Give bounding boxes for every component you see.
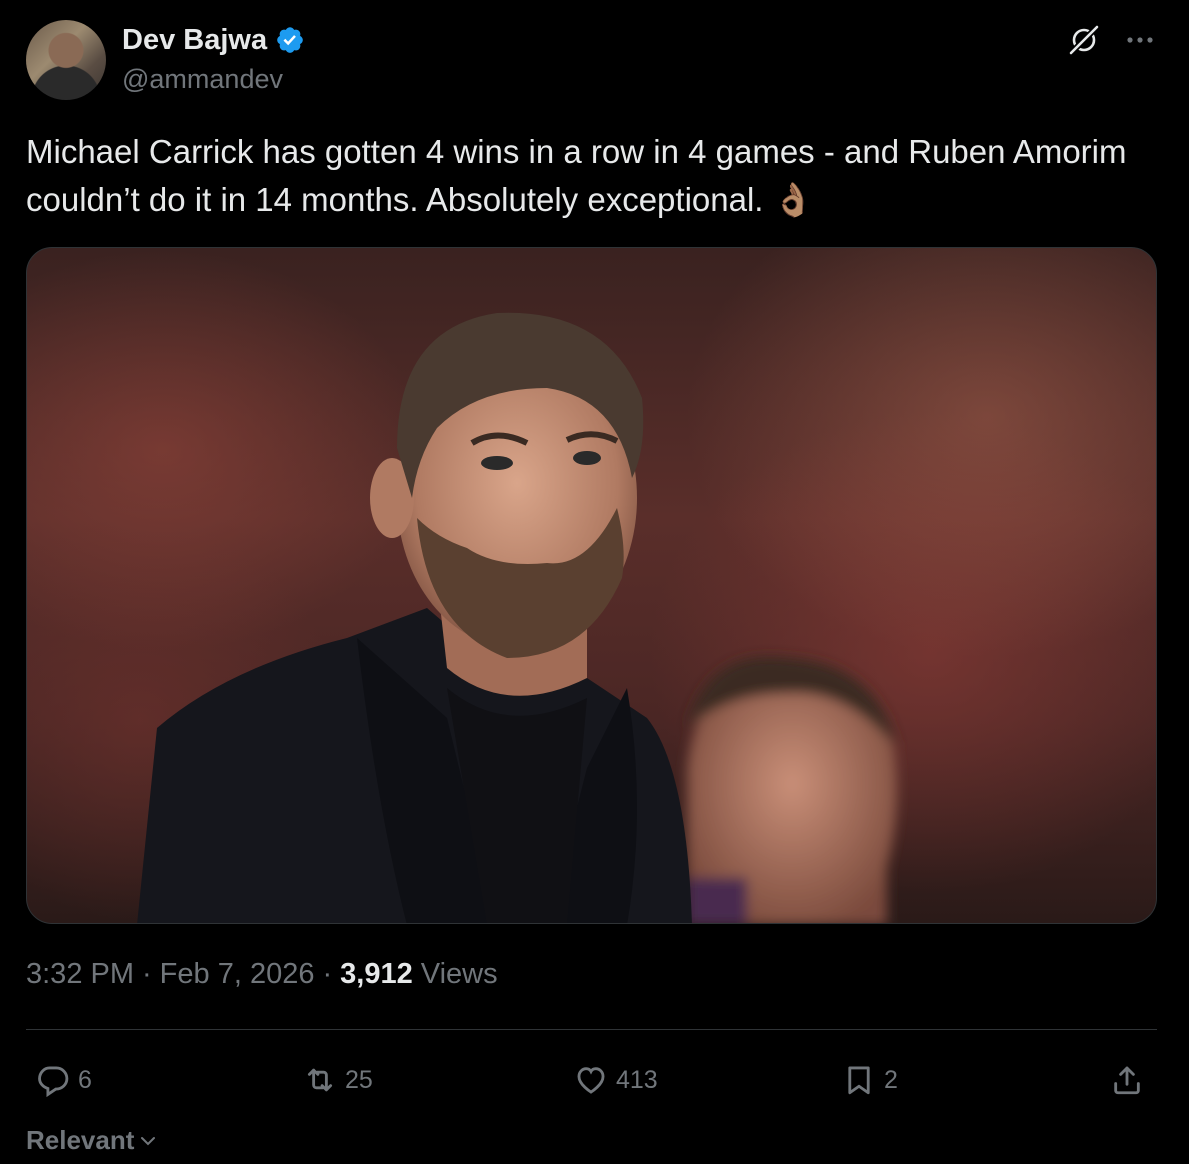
tweet-photo[interactable] xyxy=(26,247,1157,924)
sort-label: Relevant xyxy=(26,1125,135,1155)
views-count: 3,912 xyxy=(340,958,413,990)
verified-badge-icon xyxy=(277,27,303,53)
bookmark-count: 2 xyxy=(884,1065,898,1094)
reply-count: 6 xyxy=(78,1065,92,1094)
reply-icon xyxy=(38,1066,69,1097)
tweet-meta: 3:32 PM · Feb 7, 2026 · 3,912 Views xyxy=(26,958,498,991)
share-icon xyxy=(1114,1066,1140,1095)
divider xyxy=(26,1029,1157,1030)
share-button[interactable] xyxy=(1110,1058,1144,1102)
tweet-time[interactable]: 3:32 PM xyxy=(26,958,134,991)
meta-separator: · xyxy=(322,958,333,990)
photo-illustration xyxy=(137,312,897,923)
bookmark-icon xyxy=(848,1066,870,1095)
repost-count: 25 xyxy=(345,1065,373,1094)
author-name-row[interactable]: Dev Bajwa xyxy=(122,22,305,58)
action-bar: 6 25 413 2 xyxy=(0,1058,1189,1102)
sort-replies-toggle[interactable]: Relevant xyxy=(26,1125,158,1156)
bookmark-button[interactable]: 2 xyxy=(842,1058,898,1102)
reply-button[interactable]: 6 xyxy=(36,1058,92,1102)
like-icon xyxy=(577,1067,605,1094)
grok-icon[interactable] xyxy=(1066,22,1102,58)
author-handle[interactable]: @ammandev xyxy=(122,64,283,95)
repost-icon xyxy=(307,1068,333,1092)
meta-separator: · xyxy=(142,958,152,990)
author-avatar[interactable] xyxy=(26,20,106,100)
like-count: 413 xyxy=(616,1065,658,1094)
chevron-down-icon xyxy=(141,1136,156,1145)
author-name[interactable]: Dev Bajwa xyxy=(122,24,267,57)
like-button[interactable]: 413 xyxy=(574,1058,658,1102)
tweet-text: Michael Carrick has gotten 4 wins in a r… xyxy=(26,133,1127,218)
more-icon[interactable] xyxy=(1120,22,1160,58)
repost-button[interactable]: 25 xyxy=(303,1058,373,1102)
tweet-date[interactable]: Feb 7, 2026 xyxy=(160,958,315,991)
views-label: Views xyxy=(420,958,498,990)
